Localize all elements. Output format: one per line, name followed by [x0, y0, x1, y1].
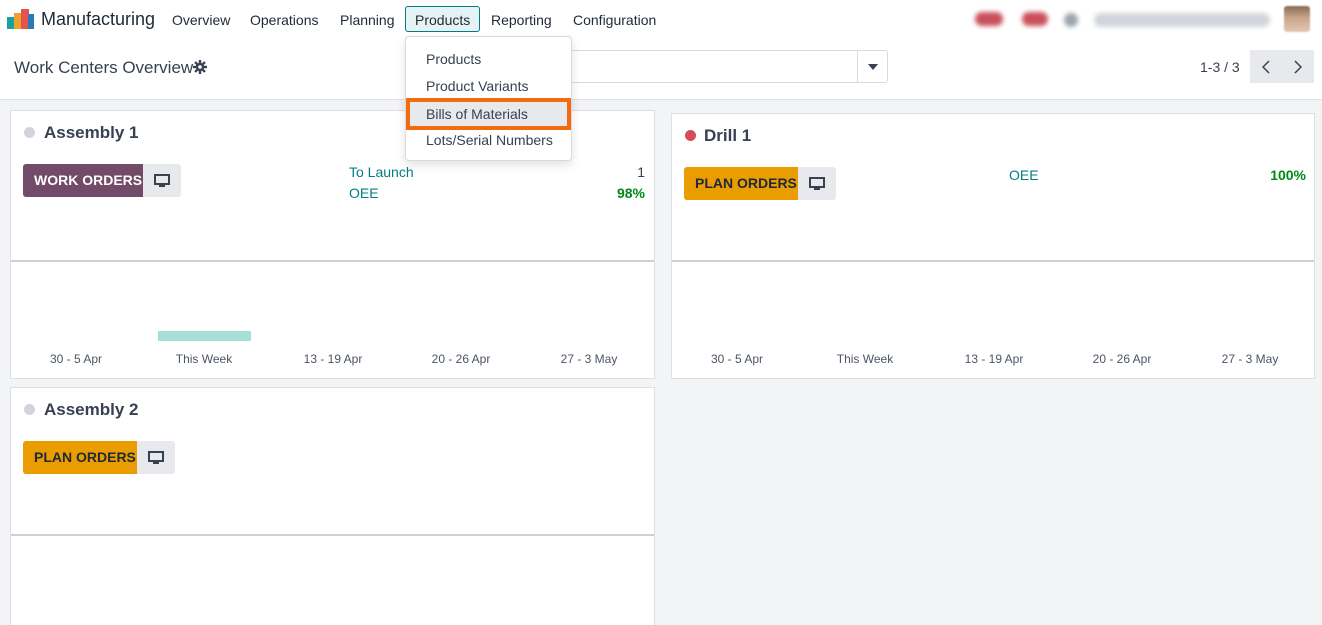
pager-previous-button[interactable] [1250, 50, 1282, 83]
dropdown-item-lots-serial-numbers[interactable]: Lots/Serial Numbers [406, 127, 571, 154]
stat-label-oee[interactable]: OEE [1009, 167, 1039, 183]
card-divider [11, 260, 654, 262]
stat-label-to-launch[interactable]: To Launch [349, 164, 414, 180]
monitor-icon [148, 450, 164, 464]
week-label: 13 - 19 Apr [964, 352, 1024, 366]
week-label: This Week [175, 352, 233, 366]
plan-orders-button[interactable]: PLAN ORDERS [684, 167, 808, 200]
dropdown-item-products[interactable]: Products [406, 46, 571, 73]
gear-icon[interactable] [193, 60, 207, 74]
stat-value-oee: 98% [616, 185, 645, 201]
activity-icon[interactable] [975, 12, 1003, 26]
search-input[interactable] [570, 50, 888, 83]
status-dot [24, 127, 35, 138]
week-label: 30 - 5 Apr [49, 352, 103, 366]
search-options-toggle[interactable] [857, 51, 887, 82]
stat-value-oee: 100% [1270, 167, 1306, 183]
chevron-right-icon [1294, 59, 1302, 74]
manufacturing-app-icon[interactable] [7, 9, 35, 29]
menu-operations[interactable]: Operations [240, 6, 328, 32]
menu-planning[interactable]: Planning [330, 6, 405, 32]
week-label: 30 - 5 Apr [710, 352, 764, 366]
card-divider [672, 260, 1314, 262]
week-label: 20 - 26 Apr [431, 352, 491, 366]
stat-value-to-launch[interactable]: 1 [637, 164, 645, 180]
page-title: Work Centers Overview [14, 58, 194, 77]
pager-value[interactable]: 1-3 / 3 [1200, 59, 1240, 75]
week-label: 27 - 3 May [1221, 352, 1279, 366]
control-panel: Work Centers Overview 1-3 / 3 [0, 40, 1322, 100]
monitor-button[interactable] [137, 441, 175, 474]
monitor-icon [154, 173, 170, 187]
dropdown-item-bills-of-materials[interactable]: Bills of Materials [406, 98, 571, 130]
week-label: 13 - 19 Apr [303, 352, 363, 366]
top-navbar: Manufacturing Overview Operations Planni… [0, 0, 1322, 40]
chevron-left-icon [1262, 59, 1270, 74]
products-dropdown-menu: Products Product Variants Bills of Mater… [405, 36, 572, 161]
status-dot [24, 404, 35, 415]
monitor-button[interactable] [143, 164, 181, 197]
user-avatar[interactable] [1284, 6, 1310, 32]
card-title[interactable]: Drill 1 [704, 126, 751, 146]
monitor-icon [809, 176, 825, 190]
menu-reporting[interactable]: Reporting [481, 6, 562, 32]
work-orders-button[interactable]: WORK ORDERS [23, 164, 154, 197]
pager-next-button[interactable] [1282, 50, 1314, 83]
stat-label-oee[interactable]: OEE [349, 185, 379, 201]
week-label: 20 - 26 Apr [1092, 352, 1152, 366]
card-divider [11, 534, 654, 536]
status-dot [685, 130, 696, 141]
card-title[interactable]: Assembly 2 [44, 400, 139, 420]
menu-products[interactable]: Products [405, 6, 481, 32]
company-switcher-icon[interactable] [1064, 13, 1078, 27]
dropdown-item-product-variants[interactable]: Product Variants [406, 73, 571, 100]
caret-down-icon [867, 63, 878, 70]
card-title[interactable]: Assembly 1 [44, 123, 139, 143]
menu-configuration[interactable]: Configuration [563, 6, 666, 32]
company-name-blurred[interactable] [1094, 13, 1270, 27]
app-name[interactable]: Manufacturing [41, 9, 155, 30]
workcenter-card-assembly-2: Assembly 2 PLAN ORDERS [10, 387, 655, 625]
plan-orders-button[interactable]: PLAN ORDERS [23, 441, 147, 474]
workcenter-card-drill-1: Drill 1 PLAN ORDERS OEE 100% 30 - 5 Apr … [671, 113, 1315, 379]
week-label: This Week [836, 352, 894, 366]
messages-icon[interactable] [1022, 12, 1048, 26]
week-load-bar[interactable] [158, 331, 251, 341]
week-label: 27 - 3 May [560, 352, 618, 366]
menu-overview[interactable]: Overview [162, 6, 240, 32]
monitor-button[interactable] [798, 167, 836, 200]
